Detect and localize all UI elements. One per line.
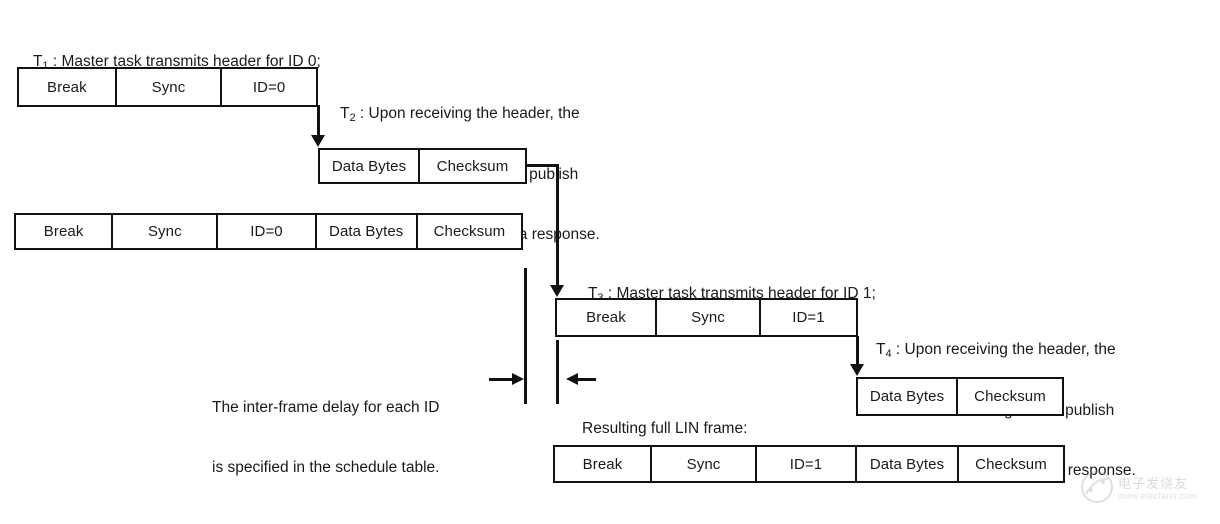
arrowhead-t1-to-t2 — [311, 135, 325, 147]
note-t2-subscript: 2 — [349, 112, 356, 124]
cell-id: ID=1 — [792, 309, 825, 326]
cell-checksum: Checksum — [975, 455, 1047, 473]
note-interframe-line2: is specified in the schedule table. — [212, 459, 440, 476]
cell-break: Break — [19, 69, 117, 105]
frame-header-id1: Break Sync ID=1 — [555, 298, 858, 337]
lin-frame-diagram: T1 : Master task transmits header for ID… — [0, 0, 1220, 524]
cell-checksum: Checksum — [436, 157, 509, 175]
cell-sync: Sync — [652, 447, 757, 481]
note-interframe-line1: The inter-frame delay for each ID — [212, 399, 440, 416]
connector-t3-to-t4 — [856, 336, 859, 366]
interframe-marker-left — [524, 268, 527, 404]
label-resulting-frame: Resulting full LIN frame: — [582, 420, 748, 437]
frame-full-id0: Break Sync ID=0 Data Bytes Checksum — [14, 213, 523, 250]
frame-full-id1: Break Sync ID=1 Data Bytes Checksum — [553, 445, 1065, 483]
cell-id: ID=0 — [218, 215, 317, 248]
frame-header-id0: Break Sync ID=0 — [17, 67, 318, 107]
interframe-arrowhead-left — [566, 373, 578, 385]
note-t2-text-line1: : Upon receiving the header, the — [355, 105, 580, 122]
cell-sync: Sync — [117, 69, 223, 105]
cell-sync: Sync — [113, 215, 219, 248]
connector-t1-to-t2 — [317, 105, 320, 137]
cell-sync: Sync — [657, 300, 761, 335]
cell-data-bytes: Data Bytes — [858, 379, 958, 414]
note-t4-subscript: 4 — [885, 348, 892, 360]
connector-t2-to-t3-horizontal — [527, 164, 559, 167]
cell-data-bytes: Data Bytes — [317, 215, 418, 248]
interframe-marker-right — [556, 340, 559, 404]
cell-id: ID=0 — [252, 78, 286, 96]
cell-break: Break — [16, 215, 114, 248]
interframe-arrowhead-right — [512, 373, 524, 385]
cell-id: ID=1 — [757, 447, 857, 481]
connector-t2-to-t3-vertical — [556, 164, 559, 290]
cell-data-bytes: Data Bytes — [320, 150, 420, 182]
note-interframe-delay: The inter-frame delay for each ID is spe… — [212, 358, 439, 518]
cell-break: Break — [555, 447, 652, 481]
cell-checksum: Checksum — [433, 223, 506, 240]
cell-checksum: Checksum — [974, 388, 1046, 405]
cell-data-bytes: Data Bytes — [857, 447, 959, 481]
arrowhead-t2-to-t3 — [550, 285, 564, 297]
arrowhead-t3-to-t4 — [850, 364, 864, 376]
cell-break: Break — [557, 300, 657, 335]
note-t4-text-line1: : Upon receiving the header, the — [891, 341, 1116, 358]
frame-response-id1: Data Bytes Checksum — [856, 377, 1064, 416]
frame-response-id0: Data Bytes Checksum — [318, 148, 527, 184]
